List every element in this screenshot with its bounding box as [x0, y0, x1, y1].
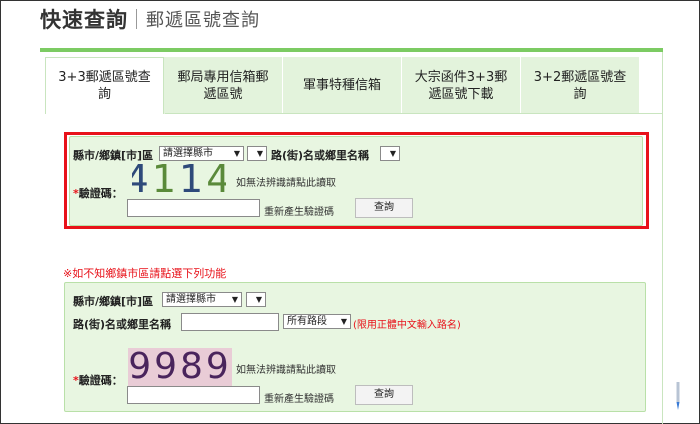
captcha-reload-hint-2[interactable]: 如無法辨識請點此讀取	[236, 361, 336, 376]
road-select[interactable]: ▼	[380, 146, 400, 161]
page-subtitle: 郵遞區號查詢	[146, 10, 260, 31]
tab-bulk-download[interactable]: 大宗函件3+3郵遞區號下載	[402, 57, 521, 114]
page-header: 快速查詢 郵遞區號查詢	[40, 2, 260, 36]
title-divider	[136, 9, 137, 29]
captcha-input[interactable]	[127, 199, 260, 217]
regenerate-captcha-link-2[interactable]: 重新產生驗證碼	[264, 390, 334, 405]
header-accent-bar	[40, 48, 663, 52]
chevron-down-icon: ▼	[340, 317, 347, 326]
tab-military-mail[interactable]: 軍事特種信箱	[283, 57, 402, 114]
pen-icon	[676, 382, 680, 410]
tab-3plus3-lookup[interactable]: 3+3郵遞區號查詢	[45, 57, 164, 114]
captcha-reload-hint[interactable]: 如無法辨識請點此讀取	[236, 174, 336, 189]
search-button-2[interactable]: 查詢	[355, 385, 413, 405]
chevron-down-icon: ▼	[389, 149, 396, 158]
road-label-2: 路(街)名或鄉里名稱	[73, 318, 172, 331]
county-label-2: 縣市/鄉鎮[市]區	[73, 295, 154, 308]
chevron-down-icon: ▼	[233, 149, 240, 158]
captcha-input-2[interactable]	[127, 386, 260, 404]
captcha-label-2: *驗證碼：	[73, 374, 123, 387]
chinese-input-note: (限用正體中文輸入路名)	[353, 320, 461, 331]
captcha-label: *驗證碼：	[73, 187, 123, 200]
content-border-right	[662, 52, 663, 424]
tab-po-box[interactable]: 郵局專用信箱郵遞區號	[164, 57, 283, 114]
help-note: ※如不知鄉鎮市區請點選下列功能	[63, 267, 227, 280]
district-select[interactable]: ▼	[247, 146, 267, 161]
captcha-image[interactable]: 4114	[132, 160, 226, 198]
county-select-2[interactable]: 請選擇縣市 ▼	[162, 292, 242, 307]
regenerate-captcha-link[interactable]: 重新產生驗證碼	[264, 203, 334, 218]
tab-divider-line	[165, 113, 663, 114]
section-select[interactable]: 所有路段 ▼	[283, 314, 351, 329]
road-label: 路(街)名或鄉里名稱	[271, 149, 370, 162]
county-select[interactable]: 請選擇縣市 ▼	[159, 146, 244, 161]
tab-3plus2-lookup[interactable]: 3+2郵遞區號查詢	[521, 57, 640, 114]
search-button[interactable]: 查詢	[355, 198, 413, 218]
district-select-2[interactable]: ▼	[246, 292, 266, 307]
road-input[interactable]	[181, 313, 279, 331]
chevron-down-icon: ▼	[231, 295, 238, 304]
captcha-image-2[interactable]: 9989	[128, 348, 232, 386]
tab-bar: 3+3郵遞區號查詢 郵局專用信箱郵遞區號 軍事特種信箱 大宗函件3+3郵遞區號下…	[45, 57, 640, 114]
chevron-down-icon: ▼	[256, 149, 263, 158]
page-title: 快速查詢	[40, 8, 128, 32]
chevron-down-icon: ▼	[255, 295, 262, 304]
